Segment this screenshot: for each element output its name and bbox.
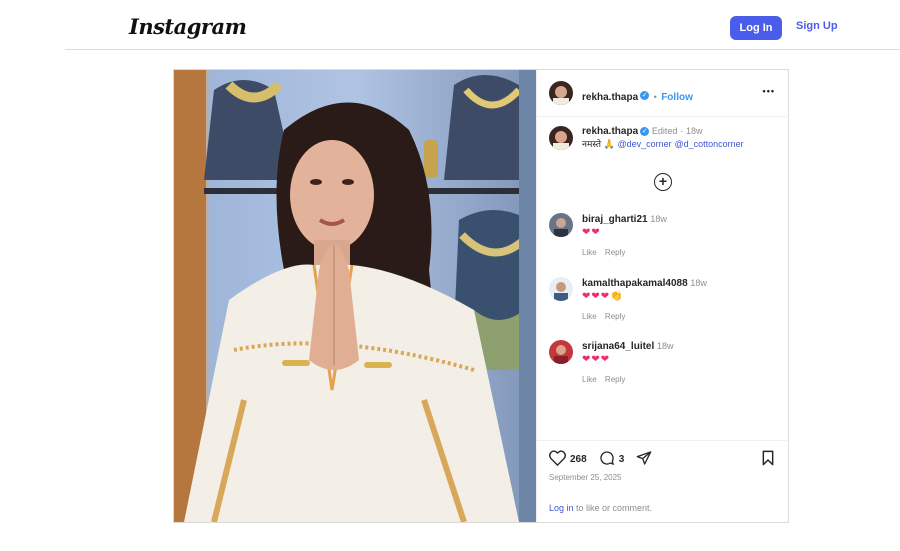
post-date: September 25, 2025 bbox=[549, 473, 622, 482]
comment-body: biraj_gharti21 18w ❤❤ bbox=[582, 213, 667, 239]
mention-dev-corner[interactable]: @dev_corner bbox=[618, 139, 672, 149]
caption-greeting: नमस्ते 🙏 bbox=[582, 139, 615, 149]
reply-comment-button[interactable]: Reply bbox=[605, 248, 625, 257]
author-avatar-image bbox=[549, 81, 573, 105]
comment-text: ❤❤ bbox=[582, 227, 601, 238]
comment-username[interactable]: kamalthapakamal4088 bbox=[582, 278, 688, 289]
author-username[interactable]: rekha.thapa bbox=[582, 92, 638, 103]
caption-time: 18w bbox=[686, 126, 703, 136]
comment-time: 18w bbox=[690, 278, 707, 288]
comment-actions: Like Reply bbox=[582, 248, 625, 257]
comments-count: 3 bbox=[618, 454, 625, 465]
load-more-comments-icon[interactable]: + bbox=[654, 173, 672, 191]
commenter-avatar[interactable] bbox=[549, 213, 573, 237]
comment-item: kamalthapakamal4088 18w ❤❤❤👏 Like Reply bbox=[547, 277, 782, 327]
edited-label: Edited bbox=[651, 126, 678, 136]
post-actions-bar: 268 3 September 25, 2025 Log in to like … bbox=[537, 440, 789, 523]
reply-comment-button[interactable]: Reply bbox=[605, 312, 625, 321]
comment-username[interactable]: srijana64_luitel bbox=[582, 341, 654, 352]
post-photo[interactable] bbox=[174, 70, 536, 522]
share-icon[interactable] bbox=[636, 450, 652, 469]
commenter-avatar[interactable] bbox=[549, 340, 573, 364]
caption-dot: · bbox=[680, 126, 684, 136]
post-card: rekha.thapa ✓ • Follow ••• rekha.thapa ✓ E… bbox=[173, 69, 789, 523]
post-image bbox=[174, 70, 536, 522]
login-prompt-link[interactable]: Log in bbox=[549, 503, 574, 513]
caption-username[interactable]: rekha.thapa bbox=[582, 126, 638, 137]
comment-actions: Like Reply bbox=[582, 375, 625, 384]
commenter-avatar-image bbox=[549, 340, 573, 364]
verified-badge-icon: ✓ bbox=[640, 91, 650, 101]
more-options-icon[interactable]: ••• bbox=[763, 86, 775, 96]
login-button[interactable]: Log In bbox=[730, 16, 782, 40]
separator-dot: • bbox=[653, 92, 657, 102]
top-navigation-bar: Instagram Log In Sign Up bbox=[65, 0, 900, 50]
comment-item: srijana64_luitel 18w ❤❤❤ Like Reply bbox=[547, 340, 782, 390]
comment-time: 18w bbox=[650, 214, 667, 224]
commenter-avatar-image bbox=[549, 277, 573, 301]
comment-item: biraj_gharti21 18w ❤❤ Like Reply bbox=[547, 213, 782, 263]
comment-time: 18w bbox=[657, 341, 674, 351]
signup-link[interactable]: Sign Up bbox=[796, 20, 838, 32]
instagram-logo[interactable]: Instagram bbox=[129, 14, 247, 39]
mention-d-cottoncorner[interactable]: @d_cottoncorner bbox=[674, 139, 743, 149]
caption-avatar-image bbox=[549, 126, 573, 150]
verified-badge-icon: ✓ bbox=[640, 126, 650, 136]
post-stats: 268 3 bbox=[549, 450, 652, 469]
comment-icon[interactable] bbox=[599, 450, 615, 469]
login-prompt: Log in to like or comment. bbox=[549, 503, 652, 513]
reply-comment-button[interactable]: Reply bbox=[605, 375, 625, 384]
heart-icon[interactable] bbox=[549, 450, 566, 469]
like-comment-button[interactable]: Like bbox=[582, 248, 597, 257]
post-header-meta: rekha.thapa ✓ • Follow bbox=[582, 87, 693, 105]
follow-button[interactable]: Follow bbox=[661, 92, 693, 103]
like-comment-button[interactable]: Like bbox=[582, 312, 597, 321]
commenter-avatar-image bbox=[549, 213, 573, 237]
caption: rekha.thapa ✓ Edited · 18w नमस्ते 🙏 @dev_… bbox=[547, 125, 782, 165]
likes-count: 268 bbox=[570, 454, 587, 465]
comment-body: kamalthapakamal4088 18w ❤❤❤👏 bbox=[582, 277, 707, 303]
post-side-panel: rekha.thapa ✓ • Follow ••• rekha.thapa ✓ E… bbox=[536, 70, 789, 522]
comment-actions: Like Reply bbox=[582, 312, 625, 321]
caption-text: rekha.thapa ✓ Edited · 18w नमस्ते 🙏 @dev_… bbox=[582, 125, 744, 151]
commenter-avatar[interactable] bbox=[549, 277, 573, 301]
post-header: rekha.thapa ✓ • Follow ••• bbox=[537, 70, 789, 117]
bookmark-icon[interactable] bbox=[761, 450, 775, 471]
comment-body: srijana64_luitel 18w ❤❤❤ bbox=[582, 340, 674, 366]
author-avatar[interactable] bbox=[549, 81, 573, 105]
like-comment-button[interactable]: Like bbox=[582, 375, 597, 384]
login-prompt-text: to like or comment. bbox=[573, 503, 653, 513]
caption-avatar[interactable] bbox=[549, 126, 573, 150]
comment-text: ❤❤❤ bbox=[582, 354, 611, 365]
comment-username[interactable]: biraj_gharti21 bbox=[582, 214, 648, 225]
comment-text: ❤❤❤👏 bbox=[582, 291, 624, 302]
